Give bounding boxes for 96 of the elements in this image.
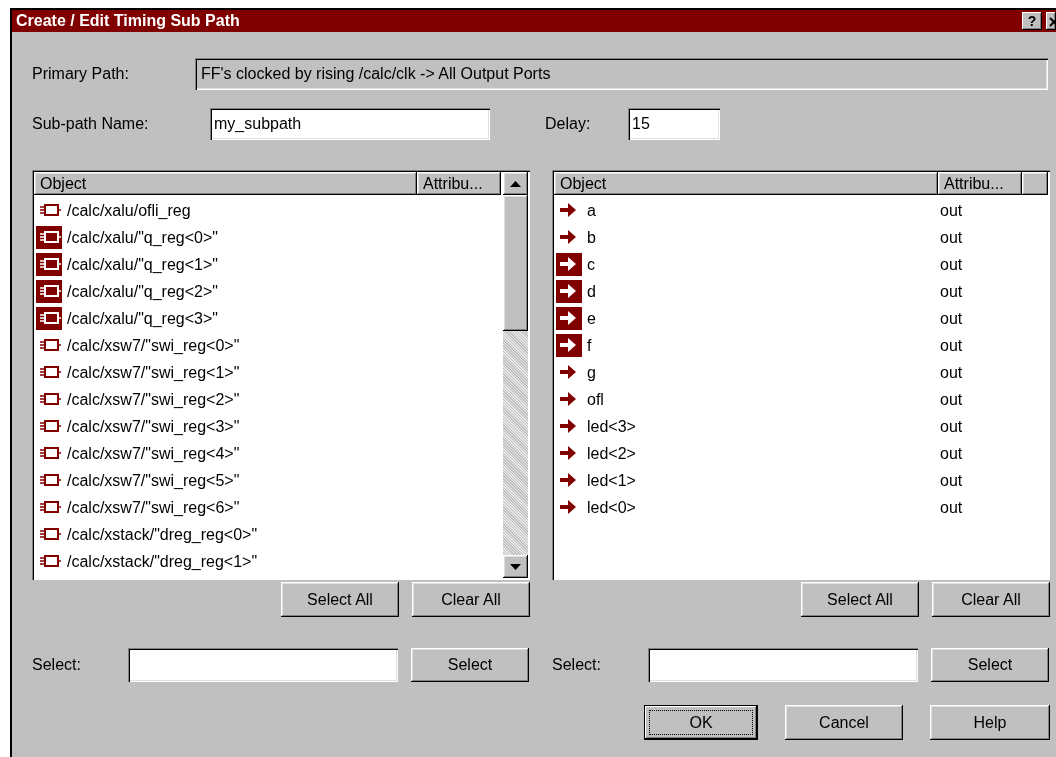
list-row[interactable]: /calc/xstack/"dreg_reg<1>": [34, 548, 503, 575]
attribute-value: out: [940, 363, 963, 383]
column-header: [1022, 172, 1048, 195]
primary-path-field: FF's clocked by rising /calc/clk -> All Output Ports: [195, 58, 1048, 90]
subpath-name-field[interactable]: my_subpath: [210, 108, 490, 140]
attribute-value: out: [940, 498, 963, 518]
object-name: /calc/xsw7/"swi_reg<0>": [67, 336, 240, 356]
attribute-value: out: [940, 336, 963, 356]
object-name: b: [587, 228, 597, 248]
list-row[interactable]: /calc/xalu/"q_reg<0>": [34, 224, 503, 251]
list-row[interactable]: /calc/xsw7/"swi_reg<4>": [34, 440, 503, 467]
object-name: /calc/xalu/"q_reg<0>": [67, 228, 218, 248]
up-arrow-icon: [510, 180, 521, 187]
object-name: /calc/xsw7/"swi_reg<2>": [67, 390, 240, 410]
scroll-up-button[interactable]: [503, 172, 528, 195]
object-name: led<2>: [587, 444, 637, 464]
object-name: /calc/xsw7/"swi_reg<4>": [67, 444, 240, 464]
select-all-button[interactable]: Select All: [281, 582, 399, 617]
scroll-down-button[interactable]: [503, 555, 528, 578]
column-header[interactable]: Attribu...: [417, 172, 501, 195]
window-title: Create / Edit Timing Sub Path: [16, 11, 241, 31]
list-row[interactable]: /calc/xstack/"dreg_reg<0>": [34, 521, 503, 548]
list-row[interactable]: e out: [554, 305, 1048, 332]
object-name: led<3>: [587, 417, 637, 437]
object-name: led<0>: [587, 498, 637, 518]
object-name: /calc/xalu/"q_reg<3>": [67, 309, 218, 329]
object-name: /calc/xalu/"q_reg<1>": [67, 255, 218, 275]
list-row[interactable]: ofl out: [554, 386, 1048, 413]
column-header[interactable]: Attribu...: [938, 172, 1022, 195]
dialog-button[interactable]: Cancel: [785, 705, 903, 740]
object-name: /calc/xsw7/"swi_reg<3>": [67, 417, 240, 437]
list-row[interactable]: b out: [554, 224, 1048, 251]
list-row[interactable]: led<0> out: [554, 494, 1048, 521]
list-row[interactable]: /calc/xalu/ofli_reg: [34, 197, 503, 224]
object-name: /calc/xstack/"dreg_reg<0>": [67, 525, 258, 545]
object-name: /calc/xsw7/"swi_reg<6>": [67, 498, 240, 518]
list-row[interactable]: /calc/xsw7/"swi_reg<0>": [34, 332, 503, 359]
attribute-value: out: [940, 255, 963, 275]
list-row[interactable]: led<3> out: [554, 413, 1048, 440]
delay-field[interactable]: 15: [628, 108, 720, 140]
list-row[interactable]: f out: [554, 332, 1048, 359]
object-name: a: [587, 201, 597, 221]
list-row[interactable]: /calc/xalu/"q_reg<2>": [34, 278, 503, 305]
column-header[interactable]: Object: [34, 172, 417, 195]
field-label: Select:: [552, 655, 602, 675]
attribute-value: out: [940, 201, 963, 221]
select-field[interactable]: [648, 648, 918, 682]
close-button[interactable]: [1046, 12, 1056, 30]
list-row[interactable]: g out: [554, 359, 1048, 386]
list-row[interactable]: /calc/xsw7/"swi_reg<1>": [34, 359, 503, 386]
clear-all-button[interactable]: Clear All: [932, 582, 1050, 617]
select-field[interactable]: [128, 648, 398, 682]
object-name: /calc/xalu/"q_reg<2>": [67, 282, 218, 302]
scroll-thumb[interactable]: [503, 195, 528, 331]
list-row[interactable]: /calc/xalu/"q_reg<3>": [34, 305, 503, 332]
field-label: Primary Path:: [32, 64, 130, 84]
list-row[interactable]: /calc/xsw7/"swi_reg<5>": [34, 467, 503, 494]
attribute-value: out: [940, 444, 963, 464]
attribute-value: out: [940, 471, 963, 491]
list-row[interactable]: d out: [554, 278, 1048, 305]
select-button[interactable]: Select: [931, 648, 1049, 682]
object-name: /calc/xstack/"dreg_reg<1>": [67, 552, 258, 572]
object-name: ofl: [587, 390, 605, 410]
object-name: c: [587, 255, 596, 275]
object-name: f: [587, 336, 593, 356]
list-row[interactable]: /calc/xalu/"q_reg<1>": [34, 251, 503, 278]
attribute-value: out: [940, 228, 963, 248]
help-button[interactable]: ?: [1022, 12, 1042, 30]
attribute-value: out: [940, 390, 963, 410]
list-row[interactable]: /calc/xsw7/"swi_reg<2>": [34, 386, 503, 413]
dialog-button[interactable]: OK: [644, 705, 758, 740]
list-row[interactable]: c out: [554, 251, 1048, 278]
object-name: /calc/xalu/ofli_reg: [67, 201, 191, 221]
object-name: g: [587, 363, 597, 383]
list-row[interactable]: led<2> out: [554, 440, 1048, 467]
object-name: /calc/xsw7/"swi_reg<1>": [67, 363, 240, 383]
attribute-value: out: [940, 417, 963, 437]
select-button[interactable]: Select: [411, 648, 529, 682]
dialog-button[interactable]: Help: [930, 705, 1050, 740]
list-row[interactable]: /calc/xsw7/"swi_reg<6>": [34, 494, 503, 521]
object-name: led<1>: [587, 471, 637, 491]
clear-all-button[interactable]: Clear All: [412, 582, 530, 617]
field-label: Select:: [32, 655, 82, 675]
attribute-value: out: [940, 282, 963, 302]
column-header[interactable]: Object: [554, 172, 938, 195]
object-name: /calc/xsw7/"swi_reg<5>": [67, 471, 240, 491]
select-all-button[interactable]: Select All: [801, 582, 919, 617]
object-name: d: [587, 282, 597, 302]
field-label: Sub-path Name:: [32, 114, 150, 134]
list-row[interactable]: a out: [554, 197, 1048, 224]
object-name: e: [587, 309, 597, 329]
down-arrow-icon: [510, 563, 521, 570]
list-row[interactable]: /calc/xsw7/"swi_reg<3>": [34, 413, 503, 440]
attribute-value: out: [940, 309, 963, 329]
field-label: Delay:: [545, 114, 592, 134]
list-row[interactable]: led<1> out: [554, 467, 1048, 494]
